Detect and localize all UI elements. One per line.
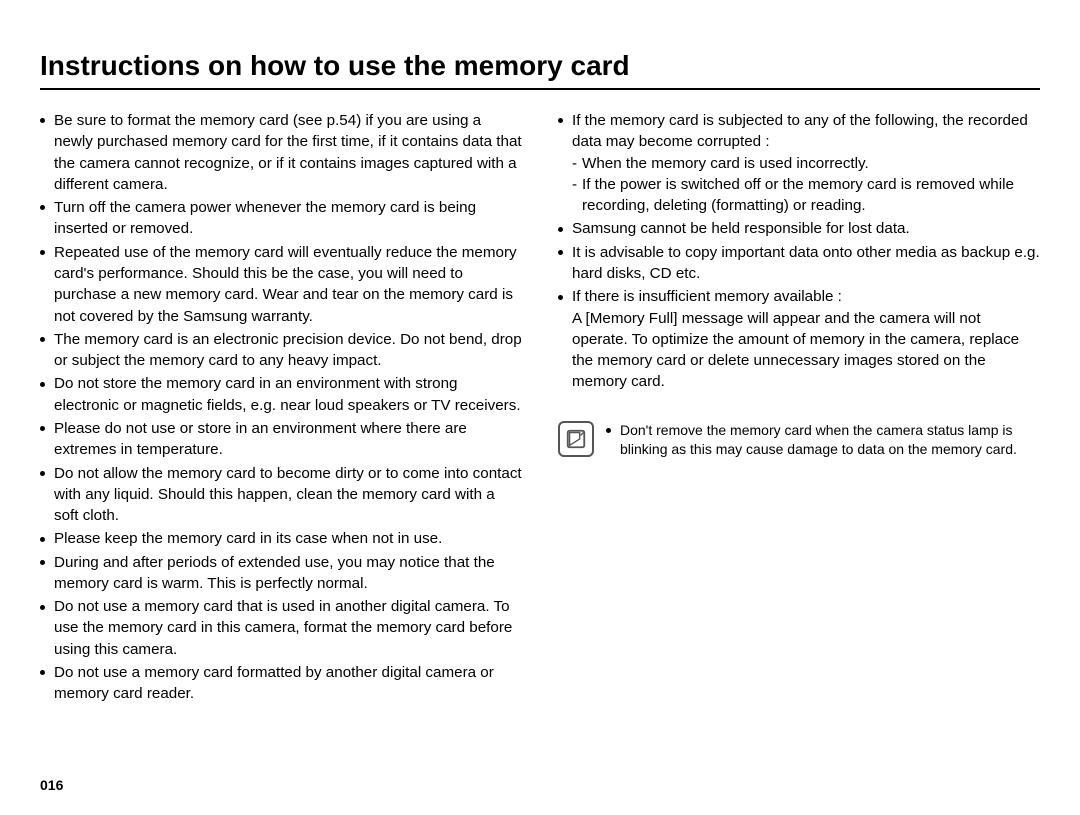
list-item: Repeated use of the memory card will eve… <box>40 242 522 327</box>
list-item: Be sure to format the memory card (see p… <box>40 110 522 195</box>
list-item: Do not allow the memory card to become d… <box>40 463 522 527</box>
list-item: Samsung cannot be held responsible for l… <box>558 218 1040 239</box>
note-item: Don't remove the memory card when the ca… <box>606 421 1040 460</box>
note-text: Don't remove the memory card when the ca… <box>606 421 1040 462</box>
note-icon <box>558 421 594 457</box>
right-column: If the memory card is subjected to any o… <box>558 110 1040 707</box>
list-item: Do not use a memory card formatted by an… <box>40 662 522 705</box>
note-callout: Don't remove the memory card when the ca… <box>558 421 1040 462</box>
list-item: During and after periods of extended use… <box>40 552 522 595</box>
sub-item: If the power is switched off or the memo… <box>572 174 1040 217</box>
left-bullet-list: Be sure to format the memory card (see p… <box>40 110 522 705</box>
list-item: Please do not use or store in an environ… <box>40 418 522 461</box>
sub-item: When the memory card is used incorrectly… <box>572 153 1040 174</box>
page-number: 016 <box>40 777 63 793</box>
list-item: It is advisable to copy important data o… <box>558 242 1040 285</box>
list-item: If there is insufficient memory availabl… <box>558 286 1040 392</box>
manual-page: Instructions on how to use the memory ca… <box>0 0 1080 815</box>
sub-list: When the memory card is used incorrectly… <box>572 153 1040 217</box>
page-title: Instructions on how to use the memory ca… <box>40 50 1040 90</box>
list-item: Do not use a memory card that is used in… <box>40 596 522 660</box>
list-item: If the memory card is subjected to any o… <box>558 110 1040 216</box>
list-item: Please keep the memory card in its case … <box>40 528 522 549</box>
list-item: Do not store the memory card in an envir… <box>40 373 522 416</box>
bullet-lead: If the memory card is subjected to any o… <box>572 112 1028 150</box>
list-item: Turn off the camera power whenever the m… <box>40 197 522 240</box>
right-bullet-list: If the memory card is subjected to any o… <box>558 110 1040 393</box>
content-columns: Be sure to format the memory card (see p… <box>40 110 1040 707</box>
list-item: The memory card is an electronic precisi… <box>40 329 522 372</box>
left-column: Be sure to format the memory card (see p… <box>40 110 522 707</box>
